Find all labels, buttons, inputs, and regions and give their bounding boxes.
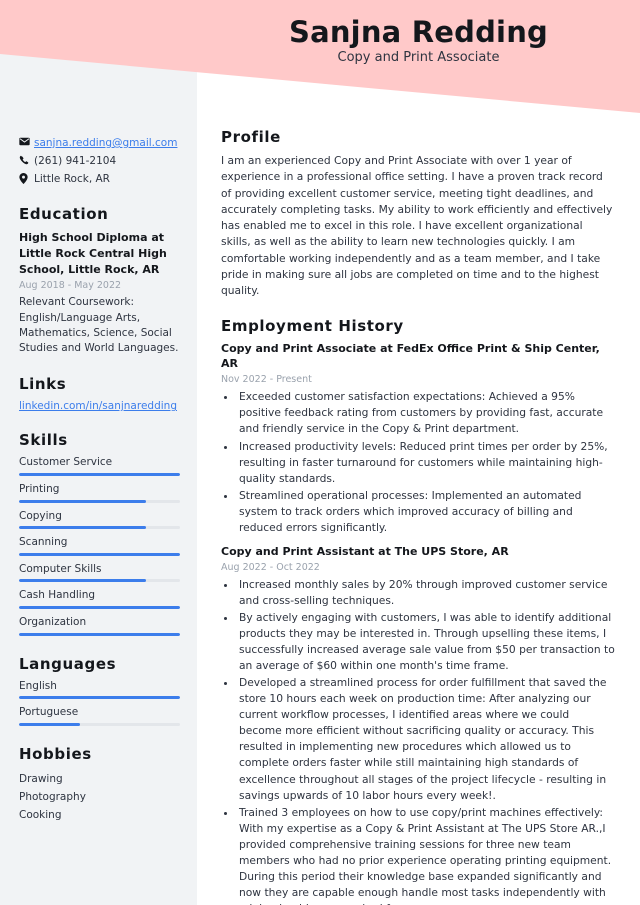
phone-icon xyxy=(19,155,34,165)
hobbies-list: Drawing Photography Cooking xyxy=(19,770,180,824)
skill-bar-fill xyxy=(19,632,180,636)
contact-list: sanjna.redding@gmail.com (261) 941-2104 … xyxy=(19,137,180,186)
skill-bar-fill xyxy=(19,579,147,583)
job-title: Copy and Print Associate at FedEx Office… xyxy=(221,342,600,371)
job-bullets: Increased monthly sales by 20% through i… xyxy=(221,577,615,905)
skill-label: Printing xyxy=(19,482,60,495)
employment-heading: Employment History xyxy=(221,317,404,336)
skill-label: Copying xyxy=(19,509,62,522)
skill-bar-track xyxy=(19,632,180,636)
candidate-name: Sanjna Redding xyxy=(288,15,548,49)
language-label: English xyxy=(19,679,57,692)
job-title: Copy and Print Assistant at The UPS Stor… xyxy=(221,544,509,558)
skill-bar-fill xyxy=(19,472,180,476)
phone-number: (261) 941-2104 xyxy=(34,155,117,168)
skill-bar-track xyxy=(19,579,180,583)
job-entry: Copy and Print Assistant at The UPS Stor… xyxy=(221,545,615,905)
skill-bar-fill xyxy=(19,552,180,556)
skills-heading: Skills xyxy=(19,431,68,450)
skill-bar-track xyxy=(19,605,180,609)
employment-section: Employment History Copy and Print Associ… xyxy=(221,317,615,905)
job-bullet: Increased monthly sales by 20% through i… xyxy=(237,577,615,609)
skill-item: Copying xyxy=(19,510,180,530)
links-heading: Links xyxy=(19,375,67,394)
skill-label: Cash Handling xyxy=(19,589,96,602)
language-label: Portuguese xyxy=(19,706,79,719)
languages-list: English Portuguese xyxy=(19,680,180,726)
location-text: Little Rock, AR xyxy=(34,173,110,186)
skill-item: Scanning xyxy=(19,536,180,556)
contact-item-phone: (261) 941-2104 xyxy=(19,155,180,168)
job-bullet: Exceeded customer satisfaction expectati… xyxy=(237,389,615,437)
hobby-item: Drawing xyxy=(19,772,63,785)
education-description: Relevant Coursework: English/Language Ar… xyxy=(19,296,179,355)
education-heading: Education xyxy=(19,205,109,224)
hobbies-heading: Hobbies xyxy=(19,744,92,763)
hobby-item: Cooking xyxy=(19,808,62,821)
profile-heading: Profile xyxy=(221,128,281,146)
location-pin-icon xyxy=(19,173,34,185)
skill-label: Computer Skills xyxy=(19,562,102,575)
sidebar: sanjna.redding@gmail.com (261) 941-2104 … xyxy=(0,0,197,905)
language-bar-track xyxy=(19,696,180,700)
job-date: Aug 2022 - Oct 2022 xyxy=(221,561,320,573)
job-bullets: Exceeded customer satisfaction expectati… xyxy=(221,389,615,535)
job-bullet: Increased productivity levels: Reduced p… xyxy=(237,439,615,487)
contact-item-email: sanjna.redding@gmail.com xyxy=(19,137,180,150)
education-date: Aug 2018 - May 2022 xyxy=(19,280,122,292)
job-bullet: Streamlined operational processes: Imple… xyxy=(237,488,615,536)
candidate-role: Copy and Print Associate xyxy=(337,50,500,66)
linkedin-link[interactable]: linkedin.com/in/sanjnaredding xyxy=(19,400,177,412)
envelope-icon xyxy=(19,137,34,146)
language-item: Portuguese xyxy=(19,706,180,726)
skill-item: Cash Handling xyxy=(19,589,180,609)
education-entry: High School Diploma at Little Rock Centr… xyxy=(19,230,180,356)
resume-page: Sanjna Redding Copy and Print Associate … xyxy=(0,0,640,905)
skill-bar-fill xyxy=(19,605,180,609)
skill-item: Customer Service xyxy=(19,456,180,476)
skill-bar-track xyxy=(19,472,180,476)
links-list: linkedin.com/in/sanjnaredding xyxy=(19,400,180,412)
language-bar-fill xyxy=(19,722,81,726)
skill-bar-track xyxy=(19,526,180,530)
job-bullet: Trained 3 employees on how to use copy/p… xyxy=(237,805,615,905)
job-bullet: By actively engaging with customers, I w… xyxy=(237,610,615,674)
skill-item: Organization xyxy=(19,616,180,636)
skills-list: Customer Service Printing Copying Scanni… xyxy=(19,456,180,636)
job-entry: Copy and Print Associate at FedEx Office… xyxy=(221,342,615,535)
languages-heading: Languages xyxy=(19,654,117,673)
skill-bar-fill xyxy=(19,526,147,530)
language-item: English xyxy=(19,680,180,700)
header-title-block: Sanjna Redding Copy and Print Associate xyxy=(197,0,640,100)
job-date: Nov 2022 - Present xyxy=(221,374,312,386)
education-degree: High School Diploma at Little Rock Centr… xyxy=(19,231,167,277)
job-bullet: Developed a streamlined process for orde… xyxy=(237,675,615,803)
skill-item: Printing xyxy=(19,483,180,503)
skill-label: Customer Service xyxy=(19,456,113,469)
language-bar-fill xyxy=(19,696,180,700)
contact-item-location: Little Rock, AR xyxy=(19,173,180,186)
skill-label: Scanning xyxy=(19,536,68,549)
main-content: Profile I am an experienced Copy and Pri… xyxy=(197,0,640,905)
skill-bar-track xyxy=(19,499,180,503)
skill-bar-fill xyxy=(19,499,147,503)
profile-text: I am an experienced Copy and Print Assoc… xyxy=(221,154,613,298)
skill-bar-track xyxy=(19,552,180,556)
email-link[interactable]: sanjna.redding@gmail.com xyxy=(34,137,177,150)
skill-label: Organization xyxy=(19,615,87,628)
skill-item: Computer Skills xyxy=(19,563,180,583)
hobby-item: Photography xyxy=(19,790,86,803)
language-bar-track xyxy=(19,722,180,726)
